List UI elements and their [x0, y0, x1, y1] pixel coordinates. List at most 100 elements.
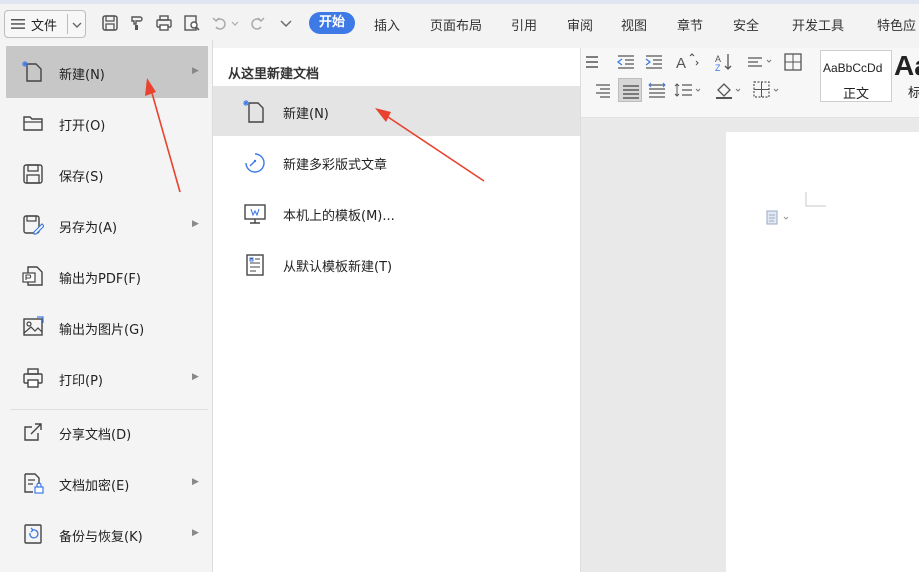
folder-icon — [23, 116, 43, 131]
submenu-arrow-icon: ▶ — [192, 219, 199, 229]
svg-text:A: A — [676, 55, 686, 72]
menu-item-share[interactable]: 分享文档(D) — [6, 406, 208, 458]
format-painter-icon[interactable] — [128, 14, 146, 32]
tab-page-layout[interactable]: 页面布局 — [430, 15, 482, 34]
align-justify-icon — [623, 85, 639, 99]
tab-chapter[interactable]: 章节 — [677, 15, 703, 34]
colorful-layout-icon — [245, 153, 265, 173]
submenu-item-label: 新建多彩版式文章 — [283, 158, 388, 173]
style-heading-name: 标 — [908, 86, 919, 101]
menu-item-open[interactable]: 打开(O) — [6, 97, 208, 149]
new-doc-icon — [22, 61, 42, 82]
style-heading-sample[interactable]: Aa — [894, 50, 919, 82]
share-icon — [24, 423, 42, 441]
text-case-icon[interactable]: A — [674, 52, 700, 72]
menu-item-encrypt[interactable]: 文档加密(E) ▶ — [6, 457, 208, 509]
divider — [67, 14, 68, 34]
menu-item-label: 另存为(A) — [59, 221, 118, 236]
image-export-icon — [23, 316, 44, 336]
sort-icon[interactable]: A Z — [714, 52, 734, 72]
paragraph-options-icon[interactable] — [766, 210, 794, 226]
print-icon[interactable] — [155, 14, 173, 32]
tab-references[interactable]: 引用 — [511, 15, 537, 34]
chevron-down-icon[interactable] — [230, 14, 240, 32]
menu-item-label: 分享文档(D) — [59, 428, 132, 443]
tab-developer[interactable]: 开发工具 — [792, 15, 844, 34]
file-menu: 新建(N) ▶ 打开(O) 保存(S) 另存为(A) ▶ 输出为PDF(F) 输… — [0, 40, 213, 572]
file-menu-label: 文件 — [31, 18, 58, 34]
tab-features[interactable]: 特色应 — [877, 15, 916, 34]
margin-corner-marker — [805, 192, 826, 207]
pdf-export-icon — [22, 266, 43, 286]
default-template-icon — [246, 254, 264, 276]
submenu-arrow-icon: ▶ — [192, 66, 199, 76]
encrypt-icon — [24, 473, 44, 494]
customize-toolbar-icon[interactable] — [277, 14, 295, 32]
save-icon — [23, 164, 43, 184]
borders-icon[interactable] — [752, 80, 782, 100]
app-window: 文件 开始 插入 页面布局 引用 审阅 视图 章节 安全 开发工具 特色应 A … — [0, 0, 919, 572]
chevron-down-icon[interactable] — [71, 15, 83, 35]
submenu-arrow-icon: ▶ — [192, 477, 199, 487]
menu-item-label: 备份与恢复(K) — [59, 530, 143, 545]
tab-review[interactable]: 审阅 — [567, 15, 593, 34]
print-preview-icon[interactable] — [183, 14, 201, 32]
document-canvas — [580, 118, 919, 572]
show-hide-icon[interactable] — [783, 52, 803, 72]
ribbon-home: A A Z AaBbCcDd 正文 A 标 — [580, 48, 919, 118]
menu-item-backup[interactable]: 备份与恢复(K) ▶ — [6, 508, 208, 560]
submenu-item-new[interactable]: 新建(N) — [213, 86, 580, 136]
distributed-align-icon[interactable] — [647, 82, 667, 98]
submenu-item-colorful-article[interactable]: 新建多彩版式文章 — [213, 137, 580, 187]
submenu-item-label: 从默认模板新建(T) — [283, 260, 393, 275]
undo-icon[interactable] — [211, 14, 229, 32]
shading-icon[interactable] — [714, 80, 744, 100]
menu-item-print[interactable]: 打印(P) ▶ — [6, 352, 208, 404]
tab-insert[interactable]: 插入 — [374, 15, 400, 34]
print-icon — [23, 368, 43, 388]
increase-indent-icon[interactable] — [644, 54, 664, 70]
new-doc-icon — [243, 100, 264, 123]
menu-item-new[interactable]: 新建(N) ▶ — [6, 46, 208, 98]
title-strip — [0, 0, 919, 4]
new-submenu: 从这里新建文档 新建(N) 新建多彩版式文章 本机上的模板(M)... 从默认模… — [213, 48, 581, 572]
align-justify-button[interactable] — [618, 78, 642, 102]
submenu-item-local-template[interactable]: 本机上的模板(M)... — [213, 188, 580, 238]
menu-item-label: 输出为PDF(F) — [59, 272, 141, 287]
save-icon[interactable] — [101, 14, 119, 32]
hamburger-icon — [11, 19, 25, 29]
menu-item-label: 新建(N) — [59, 68, 105, 83]
redo-icon[interactable] — [248, 14, 266, 32]
menu-item-label: 打开(O) — [59, 119, 106, 134]
menu-item-save-as[interactable]: 另存为(A) ▶ — [6, 199, 208, 251]
submenu-item-label: 本机上的模板(M)... — [283, 209, 395, 224]
local-template-icon — [244, 204, 266, 224]
style-sample: AaBbCcDd — [823, 61, 883, 75]
align-right-icon[interactable] — [592, 82, 612, 98]
save-as-icon — [23, 215, 44, 235]
file-menu-button[interactable]: 文件 — [4, 10, 86, 38]
line-spacing-icon[interactable] — [674, 82, 704, 98]
svg-text:Z: Z — [715, 63, 721, 72]
tab-security[interactable]: 安全 — [733, 15, 759, 34]
tab-view[interactable]: 视图 — [621, 15, 647, 34]
menu-item-export-image[interactable]: 输出为图片(G) — [6, 301, 208, 353]
tab-home[interactable]: 开始 — [309, 12, 356, 34]
style-normal[interactable]: AaBbCcDd 正文 — [820, 50, 892, 102]
spacing-icon[interactable] — [746, 54, 774, 70]
menu-item-save[interactable]: 保存(S) — [6, 148, 208, 200]
submenu-arrow-icon: ▶ — [192, 528, 199, 538]
submenu-header: 从这里新建文档 — [228, 67, 320, 82]
menu-item-export-pdf[interactable]: 输出为PDF(F) — [6, 250, 208, 302]
numbered-list-icon[interactable] — [582, 54, 602, 70]
decrease-indent-icon[interactable] — [616, 54, 636, 70]
menu-item-label: 保存(S) — [59, 170, 104, 185]
submenu-item-default-template[interactable]: 从默认模板新建(T) — [213, 239, 580, 289]
backup-icon — [24, 524, 42, 544]
style-name: 正文 — [843, 87, 870, 102]
submenu-item-label: 新建(N) — [283, 107, 329, 122]
submenu-arrow-icon: ▶ — [192, 372, 199, 382]
menu-item-label: 打印(P) — [59, 374, 103, 389]
document-page[interactable] — [726, 132, 919, 572]
menu-item-label: 输出为图片(G) — [59, 323, 145, 338]
